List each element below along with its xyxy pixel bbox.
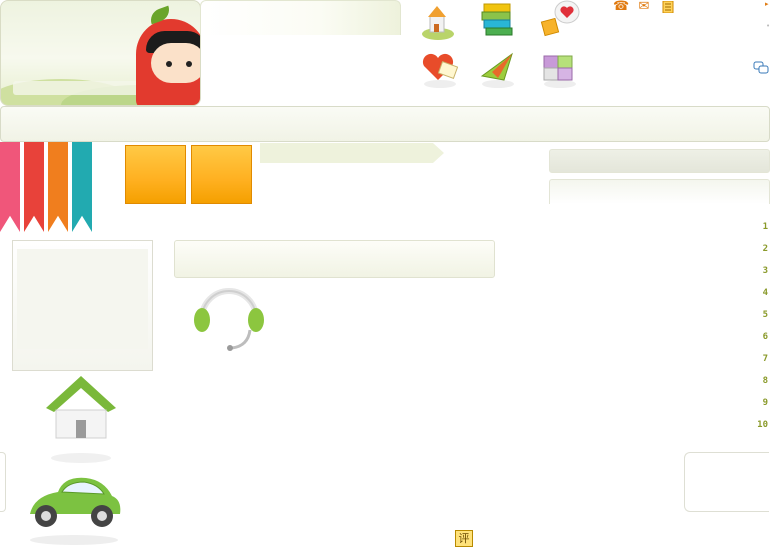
rank-number: 10 [757, 420, 768, 430]
mascot-eye [186, 61, 192, 67]
mascot-eye [166, 61, 172, 67]
green-car-icon[interactable] [24, 470, 124, 550]
ribbon-orange[interactable] [48, 142, 68, 232]
paper-plane-icon[interactable] [478, 50, 518, 90]
home-icon[interactable] [44, 374, 118, 466]
site-logo-banner[interactable] [0, 0, 201, 106]
ribbon-teal[interactable] [72, 142, 92, 232]
rank-number: 3 [762, 266, 768, 276]
rank-number: 7 [762, 354, 768, 364]
orange-tile-1[interactable] [125, 145, 186, 204]
rank-number: 2 [762, 244, 768, 254]
books-icon[interactable] [478, 0, 518, 40]
notes-icon[interactable] [661, 0, 675, 14]
phone-icon[interactable]: ☎ [613, 0, 629, 13]
rank-number: 9 [762, 398, 768, 408]
dot-icon: • [766, 22, 770, 30]
main-nav-bar[interactable] [0, 106, 770, 142]
right-panel-header [549, 149, 770, 173]
rank-number: 1 [762, 222, 768, 232]
rank-number: 8 [762, 376, 768, 386]
center-box-header [174, 240, 495, 278]
header-panel [200, 0, 401, 35]
house-building-icon[interactable] [418, 2, 458, 42]
mail-icon[interactable]: ✉ [637, 0, 651, 13]
heart-letter-icon[interactable] [418, 50, 459, 90]
banner-strip [13, 81, 153, 95]
headset-icon[interactable] [192, 284, 266, 356]
heart-bubble-icon[interactable] [540, 0, 580, 40]
right-panel-box [549, 179, 770, 204]
orange-tile-2[interactable] [191, 145, 252, 204]
mascot-face [151, 43, 200, 83]
puzzle-icon[interactable] [540, 50, 580, 90]
ribbon-pink[interactable] [0, 142, 20, 232]
right-edge-box [684, 452, 769, 512]
arrow-right-icon[interactable]: ▸ [765, 0, 769, 8]
rank-number: 6 [762, 332, 768, 342]
comment-button[interactable]: 评 [455, 530, 473, 547]
left-info-inner [17, 249, 148, 349]
rank-number: 5 [762, 310, 768, 320]
rank-number: 4 [762, 288, 768, 298]
left-edge-box [0, 452, 6, 512]
ribbon-red[interactable] [24, 142, 44, 232]
chat-bubbles-icon[interactable] [753, 60, 769, 74]
left-info-box [12, 240, 153, 371]
arrow-bar [260, 143, 444, 163]
